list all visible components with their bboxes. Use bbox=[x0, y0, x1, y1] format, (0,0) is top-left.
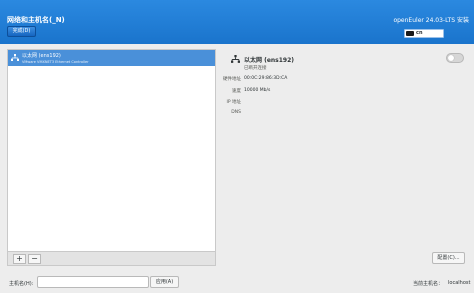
network-wired-icon bbox=[231, 55, 240, 63]
list-toolbar: + − bbox=[7, 252, 216, 266]
device-name: 以太网 (ens192) bbox=[244, 57, 295, 64]
keyboard-icon bbox=[406, 31, 414, 36]
hostname-label: 主机名(H): bbox=[9, 281, 34, 287]
hardware-address-value: 00:0C:29:86:3D:CA bbox=[244, 76, 288, 81]
list-item-name: 以太网 (ens192) bbox=[22, 53, 61, 59]
configure-button[interactable]: 配置(C)... bbox=[432, 252, 465, 264]
product-title: openEuler 24.03-LTS 安装 bbox=[393, 17, 469, 24]
remove-device-button[interactable]: − bbox=[28, 254, 41, 264]
connection-toggle[interactable] bbox=[446, 53, 464, 63]
keyboard-layout-indicator[interactable]: cn bbox=[404, 29, 444, 38]
done-button[interactable]: 完成(D) bbox=[7, 26, 36, 37]
list-item-description: VMware VMXNET3 Ethernet Controller bbox=[22, 60, 89, 64]
network-wired-icon bbox=[11, 54, 19, 61]
page-title: 网络和主机名(_N) bbox=[7, 16, 65, 24]
hostname-input[interactable] bbox=[37, 276, 149, 288]
network-device-list: 以太网 (ens192) VMware VMXNET3 Ethernet Con… bbox=[7, 49, 216, 252]
header-bar: 网络和主机名(_N) 完成(D) openEuler 24.03-LTS 安装 … bbox=[0, 0, 474, 44]
dns-label: DNS bbox=[231, 110, 241, 115]
hardware-address-label: 硬件地址 bbox=[223, 77, 241, 82]
add-device-button[interactable]: + bbox=[13, 254, 26, 264]
current-hostname-label: 当前主机名： bbox=[413, 281, 444, 287]
connection-state: 已断开连接 bbox=[244, 66, 267, 71]
speed-value: 10000 Mb/s bbox=[244, 88, 271, 93]
list-item-ens192[interactable]: 以太网 (ens192) VMware VMXNET3 Ethernet Con… bbox=[8, 50, 215, 66]
speed-label: 速度 bbox=[232, 89, 241, 94]
current-hostname-value: localhost bbox=[448, 280, 471, 286]
toggle-knob bbox=[448, 55, 454, 61]
apply-hostname-button[interactable]: 应用(A) bbox=[150, 276, 179, 288]
keyboard-layout-label: cn bbox=[416, 30, 423, 36]
ip-address-label: IP 地址 bbox=[226, 100, 241, 105]
